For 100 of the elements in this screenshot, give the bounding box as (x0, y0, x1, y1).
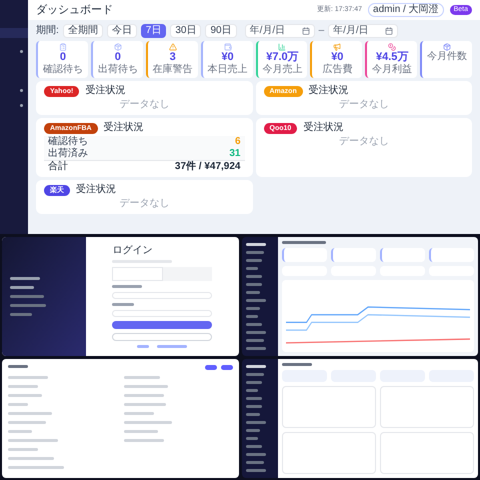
date-field[interactable]: 年/月/日 (328, 24, 398, 38)
skeleton-bar (8, 385, 38, 388)
skeleton-bar (246, 259, 262, 262)
skeleton-bar (8, 403, 28, 406)
date-input[interactable]: 年/月/日 (250, 24, 298, 36)
skeleton-bar (282, 363, 312, 366)
stat-label: 在庫警告 (152, 64, 193, 76)
skeleton-bar (246, 437, 258, 440)
skeleton-bar (124, 421, 172, 424)
skeleton-bar (124, 385, 168, 388)
period-button[interactable]: 7日 (140, 24, 166, 38)
skeleton-bar (246, 291, 260, 294)
status-label: 出荷済み (48, 148, 88, 160)
skeleton-bar (246, 243, 266, 246)
skeleton-bar (246, 283, 262, 286)
stat-label: 今月売上 (262, 64, 302, 76)
period-button[interactable]: 今日 (106, 24, 137, 38)
skeleton-bar (246, 397, 262, 400)
empty-message: データなし (338, 136, 389, 148)
login-button[interactable] (112, 321, 212, 329)
skeleton-bar (10, 313, 32, 316)
stat-label: 出荷待ち (98, 64, 138, 76)
skeleton-bar (8, 430, 32, 433)
skeleton-bar (246, 315, 258, 318)
skeleton-bar (8, 394, 42, 397)
skeleton-bar (8, 421, 46, 424)
period-button[interactable]: 90日 (205, 24, 237, 38)
skeleton-bar (124, 430, 158, 433)
skeleton-bar (246, 347, 266, 350)
stat-value: 3 (170, 51, 176, 64)
skeleton-bar (246, 339, 264, 342)
total-label: 合計 (48, 161, 68, 173)
stat-value: ¥4.5万 (376, 51, 408, 64)
skeleton-bar (246, 381, 262, 384)
status-count: 6 (234, 136, 240, 148)
skeleton-bar (8, 439, 58, 442)
stat-label: 本日売上 (208, 64, 248, 76)
skeleton-bar (124, 439, 164, 442)
empty-message: データなし (119, 99, 170, 111)
skeleton-bar (8, 376, 48, 379)
skeleton-bar (246, 275, 262, 278)
skeleton-bar (246, 299, 266, 302)
date-input[interactable]: 年/月/日 (333, 24, 382, 36)
period-button[interactable]: 全期間 (62, 24, 103, 38)
status-count: 31 (229, 148, 240, 160)
skeleton-bar (246, 413, 260, 416)
card-title: 受注状況 (308, 85, 349, 97)
skeleton-bar (10, 277, 40, 280)
empty-message: データなし (119, 198, 170, 210)
stat-value: 0 (114, 51, 121, 64)
skeleton-bar (112, 303, 134, 306)
stat-value: ¥7.0万 (266, 51, 299, 64)
skeleton-bar (10, 286, 34, 289)
skeleton-bar (246, 461, 264, 464)
skeleton-bar (10, 304, 46, 307)
card-title: 受注状況 (303, 122, 344, 134)
email-field[interactable] (112, 292, 212, 299)
stat-card (330, 248, 376, 262)
total-value: 37件 / ¥47,924 (174, 161, 240, 173)
stat-card (282, 248, 327, 262)
skeleton-bar (137, 345, 150, 348)
skeleton-bar (246, 331, 266, 334)
skeleton-bar (246, 421, 266, 424)
password-field[interactable] (112, 310, 212, 317)
user-chip[interactable]: admin / 大岡澄 (368, 3, 444, 17)
stat-card (428, 248, 474, 262)
skeleton-bar (246, 469, 266, 472)
skeleton-bar (246, 453, 266, 456)
header-button[interactable] (220, 365, 232, 370)
skeleton-bar (8, 412, 52, 415)
calendar-icon (302, 26, 310, 34)
card-title: 受注状況 (85, 85, 126, 97)
empty-message: データなし (338, 99, 389, 111)
card-title: 受注状況 (104, 122, 144, 134)
skeleton-bar (8, 365, 28, 368)
skeleton-bar (124, 376, 160, 379)
skeleton-bar (124, 394, 164, 397)
skeleton-bar (246, 445, 262, 448)
card-title: 受注状況 (76, 184, 116, 196)
skeleton-bar (246, 267, 258, 270)
stat-value: ¥0 (221, 51, 234, 64)
secondary-button[interactable] (112, 333, 212, 341)
header-button[interactable] (204, 365, 216, 370)
date-field[interactable]: 年/月/日 (244, 24, 315, 38)
skeleton-bar (8, 466, 64, 469)
skeleton-bar (124, 412, 154, 415)
status-label: 確認待ち (48, 136, 88, 148)
page-title: ダッシュボード (36, 2, 113, 18)
skeleton-bar (246, 373, 264, 376)
skeleton-bar (8, 457, 54, 460)
skeleton-bar (8, 448, 38, 451)
skeleton-bar (124, 403, 166, 406)
stat-label: 今月件数 (427, 51, 468, 63)
skeleton-bar (112, 285, 142, 288)
skeleton-bar (246, 389, 258, 392)
period-button[interactable]: 30日 (170, 24, 202, 38)
stat-value: 0 (60, 51, 66, 64)
period-label: 期間: (36, 24, 59, 36)
skeleton-bar (246, 405, 262, 408)
stat-label: 確認待ち (42, 64, 83, 76)
